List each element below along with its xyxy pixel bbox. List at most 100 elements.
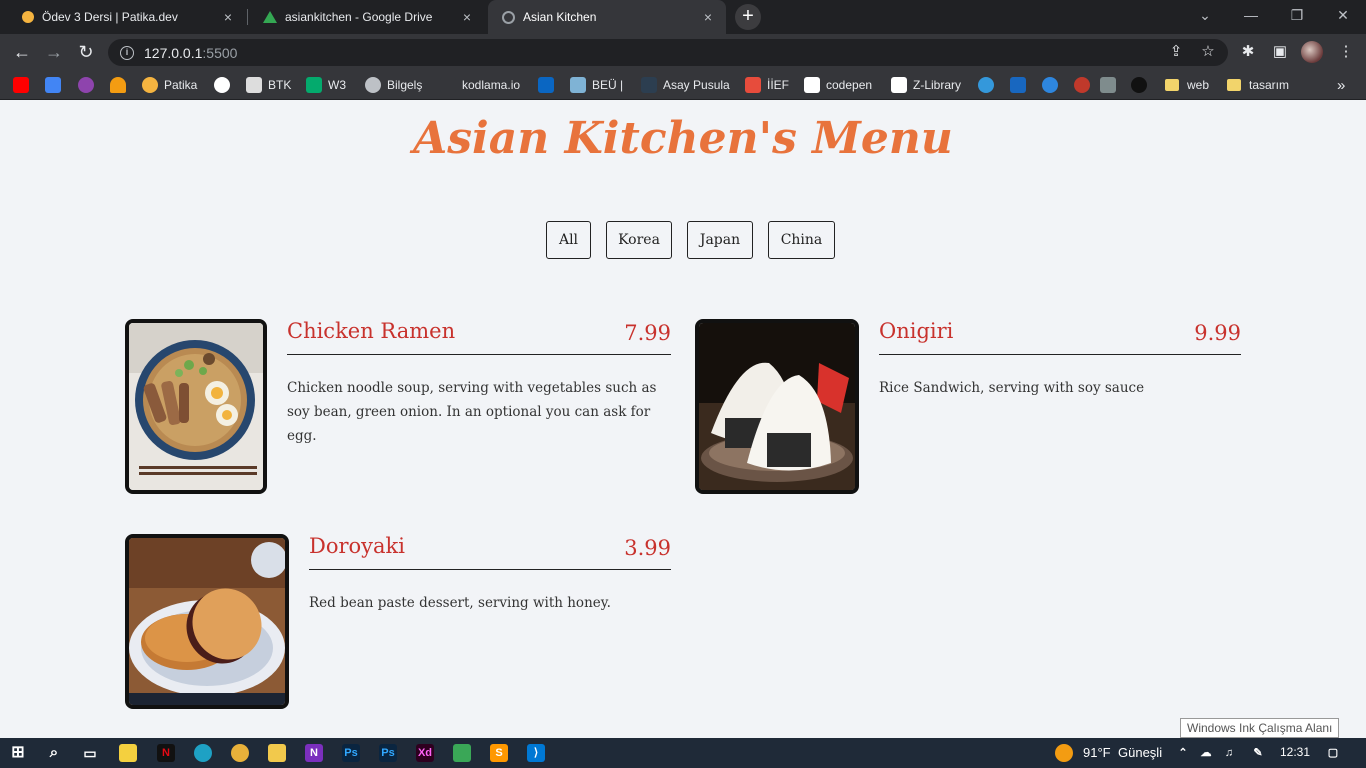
bookmark-w3[interactable]: W3 xyxy=(306,76,346,94)
bookmarks-overflow-button[interactable]: » xyxy=(1337,76,1345,94)
calendar-icon xyxy=(745,77,761,93)
weather-label[interactable]: Güneşli xyxy=(1118,745,1162,760)
restore-button[interactable]: ❐ xyxy=(1274,0,1320,30)
photoshop-icon[interactable]: Ps xyxy=(342,744,360,762)
bookmark-translate[interactable] xyxy=(45,76,61,94)
extensions-icon[interactable]: ✱ xyxy=(1238,42,1258,62)
chicken-ramen-photo xyxy=(125,319,267,494)
bookmark-patika[interactable]: Patika xyxy=(142,76,197,94)
tab-search-icon[interactable]: ⌄ xyxy=(1182,0,1228,30)
bookmark-folder-web[interactable]: web xyxy=(1165,76,1209,94)
bookmark-iief[interactable]: İİEF xyxy=(745,76,789,94)
back-button[interactable]: ← xyxy=(10,40,34,64)
bookmark-c[interactable] xyxy=(978,76,994,94)
task-view-icon[interactable]: ▭ xyxy=(81,744,99,762)
cloud-icon[interactable]: ☁ xyxy=(1197,744,1215,762)
chrome-icon[interactable] xyxy=(231,744,249,762)
filter-china-button[interactable]: China xyxy=(768,221,835,259)
star-icon[interactable]: ☆ xyxy=(1198,42,1218,62)
btk-icon xyxy=(246,77,262,93)
clock-time[interactable]: 12:31 xyxy=(1280,745,1310,759)
weather-temperature[interactable]: 91°F xyxy=(1083,745,1111,760)
windows-ink-tooltip: Windows Ink Çalışma Alanı xyxy=(1180,718,1340,738)
linkedin-icon xyxy=(538,77,554,93)
bookmark-bot[interactable] xyxy=(1042,76,1058,94)
bookmark-cap[interactable] xyxy=(1100,76,1116,94)
window-close-button[interactable]: ✕ xyxy=(1320,0,1366,30)
close-icon[interactable]: × xyxy=(700,9,716,25)
dish-price: 7.99 xyxy=(624,321,671,345)
forward-button[interactable]: → xyxy=(42,40,66,64)
dish-price: 3.99 xyxy=(624,536,671,560)
sublime-text-icon[interactable]: S xyxy=(490,744,508,762)
bookmark-github[interactable] xyxy=(214,76,230,94)
edge-icon[interactable] xyxy=(194,744,212,762)
filter-korea-button[interactable]: Korea xyxy=(606,221,672,259)
folder-icon xyxy=(1165,79,1179,91)
tab-asian-kitchen[interactable]: Asian Kitchen × xyxy=(488,0,726,34)
url-text: 127.0.0.1:5500 xyxy=(144,44,238,61)
search-icon[interactable]: ⌕ xyxy=(45,744,63,762)
adobe-xd-icon[interactable]: Xd xyxy=(416,744,434,762)
bookmark-codepen[interactable]: codepen xyxy=(804,76,872,94)
windows-taskbar: ⊞ ⌕ ▭ N N Ps Ps Xd S ⟩ 91°F Güneşli ⌃ ☁ … xyxy=(0,738,1366,768)
notes-app-icon[interactable] xyxy=(119,744,137,762)
bookmark-u[interactable] xyxy=(78,76,94,94)
netflix-icon[interactable]: N xyxy=(157,744,175,762)
sun-icon[interactable] xyxy=(1055,744,1073,762)
bookmark-rocket[interactable] xyxy=(110,76,126,94)
minimize-button[interactable]: — xyxy=(1228,0,1274,30)
filter-japan-button[interactable]: Japan xyxy=(687,221,753,259)
dish-description: Red bean paste dessert, serving with hon… xyxy=(309,595,611,611)
reload-button[interactable]: ↻ xyxy=(74,40,98,64)
bookmark-youtube[interactable] xyxy=(13,76,29,94)
share-icon[interactable]: ⇪ xyxy=(1166,42,1186,62)
file-explorer-icon[interactable] xyxy=(268,744,286,762)
c-icon xyxy=(978,77,994,93)
close-icon[interactable]: × xyxy=(220,9,236,25)
github-icon xyxy=(214,77,230,93)
bookmark-dark[interactable] xyxy=(1131,76,1147,94)
translate-icon xyxy=(45,77,61,93)
bookmark-linkedin[interactable] xyxy=(538,76,554,94)
bookmark-160[interactable] xyxy=(1074,76,1090,94)
menu-icon[interactable]: ⋮ xyxy=(1336,42,1356,62)
tab-patika[interactable]: Ödev 3 Dersi | Patika.dev × xyxy=(8,0,246,34)
photoshop-2-icon[interactable]: Ps xyxy=(379,744,397,762)
new-tab-button[interactable]: + xyxy=(735,4,761,30)
tab-google-drive[interactable]: asiankitchen - Google Drive × xyxy=(249,0,485,34)
bookmark-kodlama[interactable]: kodlama.io xyxy=(440,76,520,94)
bookmark-asay-pusula[interactable]: Asay Pusula xyxy=(641,76,730,94)
youtube-icon xyxy=(13,77,29,93)
notifications-icon[interactable]: ▢ xyxy=(1324,744,1342,762)
chevron-up-icon[interactable]: ⌃ xyxy=(1174,744,1192,762)
app-icon[interactable] xyxy=(453,744,471,762)
info-icon[interactable]: i xyxy=(120,45,134,60)
profile-avatar[interactable] xyxy=(1301,41,1323,63)
pen-icon[interactable]: ✎ xyxy=(1249,744,1267,762)
bookmark-folder-tasarim[interactable]: tasarım xyxy=(1227,76,1289,94)
bookmark-beu[interactable]: BEÜ | xyxy=(570,76,623,94)
bookmark-zlibrary[interactable]: Z-Library xyxy=(891,76,961,94)
beu-icon xyxy=(570,77,586,93)
address-bar[interactable]: i 127.0.0.1:5500 xyxy=(108,39,1228,66)
volume-icon[interactable]: ♫ xyxy=(1220,744,1238,762)
zlib-icon xyxy=(891,77,907,93)
onigiri-header: Onigiri 9.99 xyxy=(879,319,1241,355)
vscode-icon[interactable]: ⟩ xyxy=(527,744,545,762)
dish-name: Chicken Ramen xyxy=(287,319,456,343)
browser-toolbar: ← → ↻ i 127.0.0.1:5500 ⇪ ☆ ✱ ▣ ⋮ xyxy=(0,34,1366,70)
dish-price: 9.99 xyxy=(1194,321,1241,345)
bookmark-bilgels[interactable]: Bilgelş xyxy=(365,76,422,94)
dish-name: Onigiri xyxy=(879,319,954,343)
bookmark-vuetify[interactable] xyxy=(1010,76,1026,94)
close-icon[interactable]: × xyxy=(459,9,475,25)
windows-start-icon[interactable]: ⊞ xyxy=(9,744,27,762)
side-panel-icon[interactable]: ▣ xyxy=(1270,42,1290,62)
page-content: Asian Kitchen's Menu All Korea Japan Chi… xyxy=(0,101,1366,738)
onenote-icon[interactable]: N xyxy=(305,744,323,762)
patika-icon xyxy=(142,77,158,93)
bookmark-btk[interactable]: BTK xyxy=(246,76,291,94)
dish-description: Rice Sandwich, serving with soy sauce xyxy=(879,380,1145,396)
filter-all-button[interactable]: All xyxy=(546,221,591,259)
